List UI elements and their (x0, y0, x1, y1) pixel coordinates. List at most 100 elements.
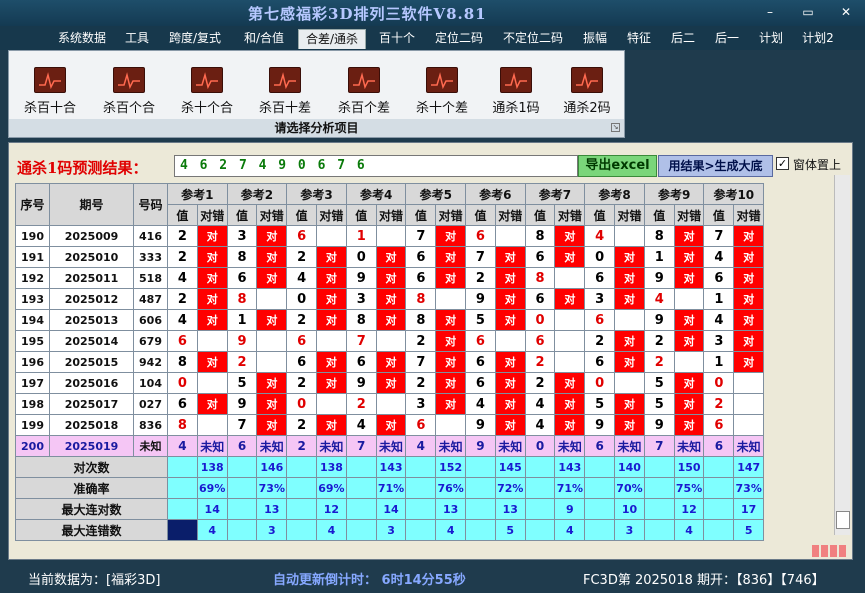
col-header-ref[interactable]: 参考7 (524, 183, 586, 205)
scrollbar-thumb[interactable] (836, 511, 850, 529)
ribbon-button-label: 杀十个差 (415, 101, 468, 116)
chart-icon (34, 67, 66, 93)
col-header-ref[interactable]: 参考2 (226, 183, 288, 205)
ref-value-cell: 8 (405, 288, 437, 310)
hit-cell: 对 (316, 372, 347, 394)
hit-cell: 对 (256, 225, 288, 247)
menu-zhenfu[interactable]: 振幅 (576, 29, 614, 49)
menu-houyi[interactable]: 后一 (708, 29, 746, 49)
title-bar: 第七感福彩3D排列三软件V8.81 – ▭ ✕ (0, 0, 865, 26)
menu-tools[interactable]: 工具 (118, 29, 156, 49)
pending-value-cell: 6 (226, 435, 258, 457)
ref-value-cell: 6 (524, 288, 556, 310)
ref-value-cell: 6 (584, 309, 616, 331)
col-header-hit: 对错 (733, 204, 765, 226)
menu-baishige[interactable]: 百十个 (372, 29, 422, 49)
vertical-scrollbar[interactable] (834, 175, 850, 535)
col-header-ref[interactable]: 参考8 (584, 183, 645, 205)
row-index: 200 (15, 435, 50, 457)
pin-window-checkbox[interactable]: ✓ (776, 157, 789, 170)
kill-shi-ge-he-button[interactable]: 杀十个合 (172, 65, 242, 125)
restore-button[interactable]: ▭ (799, 4, 817, 20)
col-header-ref[interactable]: 参考3 (286, 183, 347, 205)
stat-spacer-cell (405, 519, 437, 541)
table-row[interactable]: 190 2025009 416 2 对 3 对 6 1 7 对 6 8 对 4 8 对 7 对 (15, 225, 765, 247)
menu-dingwei[interactable]: 定位二码 (428, 29, 490, 49)
pending-row[interactable]: 200 2025019 未知 4 未知 6 未知 2 未知 7 未知 4 未知 9 未知 0 未知 6 未知 7 未知 6… (15, 435, 765, 457)
menu-jihua[interactable]: 计划 (752, 29, 790, 49)
kill-bai-ge-he-button[interactable]: 杀百个合 (94, 65, 164, 125)
export-excel-button[interactable]: 导出excel (578, 155, 657, 177)
menu-houer[interactable]: 后二 (664, 29, 702, 49)
table-row[interactable]: 192 2025011 518 4 对 6 对 4 对 9 对 6 对 2 对 8 6 对 9 对 6 对 (15, 267, 765, 289)
table-row[interactable]: 194 2025013 606 4 对 1 对 2 对 8 对 8 对 5 对 0 6 9 对 4 对 (15, 309, 765, 331)
expand-corner-icon[interactable]: ↘ (611, 123, 620, 132)
ribbon-button-label: 杀百十差 (258, 101, 311, 116)
col-header-ref[interactable]: 参考4 (345, 183, 407, 205)
ref-value-cell: 5 (584, 393, 616, 415)
table-row[interactable]: 197 2025016 104 0 5 对 2 对 9 对 2 对 6 对 2 对 0 5 对 0 (15, 372, 765, 394)
ref-value-cell: 6 (405, 414, 437, 436)
col-header-ref[interactable]: 参考1 (167, 183, 228, 205)
table-row[interactable]: 196 2025015 942 8 对 2 6 对 6 对 7 对 6 对 2 6 对 2 1 对 (15, 351, 765, 373)
minimize-button[interactable]: – (761, 4, 779, 20)
table-row[interactable]: 199 2025018 836 8 7 对 2 对 4 对 6 9 对 4 对 9 对 9 对 6 (15, 414, 765, 436)
ref-value-cell: 6 (405, 246, 437, 268)
tongsha-1-button[interactable]: 通杀1码 (481, 65, 551, 125)
result-field[interactable]: 4 6 2 7 4 9 0 6 7 6 (174, 155, 578, 177)
ref-value-cell: 0 (286, 288, 318, 310)
menu-tezheng[interactable]: 特征 (620, 29, 658, 49)
ref-value-cell: 2 (286, 309, 318, 331)
stat-spacer-cell (286, 477, 318, 499)
row-index: 195 (15, 330, 50, 352)
menu-jihua2[interactable]: 计划2 (796, 29, 840, 49)
close-button[interactable]: ✕ (837, 4, 855, 20)
col-header-period: 期号 (49, 183, 134, 226)
col-header-ref[interactable]: 参考10 (703, 183, 765, 205)
hit-cell: 对 (673, 246, 705, 268)
stat-spacer-cell (345, 519, 377, 541)
last-draw-text: FC3D第 2025018 期开：【836】【746】 (583, 573, 825, 588)
kill-bai-shi-he-button[interactable]: 杀百十合 (15, 65, 85, 125)
stat-spacer-cell (703, 456, 735, 478)
col-header-ref[interactable]: 参考5 (405, 183, 467, 205)
kill-bai-ge-cha-button[interactable]: 杀百个差 (329, 65, 399, 125)
chart-icon (426, 67, 458, 93)
resize-grip[interactable] (812, 545, 850, 559)
col-header-ref[interactable]: 参考6 (465, 183, 526, 205)
row-index: 196 (15, 351, 50, 373)
table-row[interactable]: 193 2025012 487 2 对 8 0 对 3 对 8 9 对 6 对 3 对 4 1 对 (15, 288, 765, 310)
ribbon-caption: 请选择分析项目 (9, 119, 624, 137)
prediction-panel: 通杀1码预测结果： 4 6 2 7 4 9 0 6 7 6 导出excel 用结… (8, 142, 853, 560)
ref-value-cell: 5 (643, 372, 675, 394)
ref-value-cell: 3 (703, 330, 735, 352)
stat-spacer-cell (405, 498, 437, 520)
stat-value-cell: 143 (375, 456, 407, 478)
table-row[interactable]: 195 2025014 679 6 9 6 7 2 对 6 6 2 对 2 对 3 对 (15, 330, 765, 352)
pending-unknown-cell: 未知 (256, 435, 288, 457)
menu-hecha-tongsha[interactable]: 合差/通杀 (298, 29, 366, 49)
row-period: 2025018 (49, 414, 134, 436)
tongsha-2-button[interactable]: 通杀2码 (552, 65, 622, 125)
col-header-ref[interactable]: 参考9 (643, 183, 705, 205)
generate-base-button[interactable]: 用结果>生成大底 (658, 155, 773, 177)
ref-value-cell: 6 (405, 267, 437, 289)
menu-system-data[interactable]: 系统数据 (52, 29, 112, 49)
hit-cell: 对 (673, 330, 705, 352)
kill-bai-shi-cha-button[interactable]: 杀百十差 (250, 65, 320, 125)
ribbon-button-label: 杀百个合 (102, 101, 155, 116)
ref-value-cell: 6 (167, 393, 198, 415)
table-row[interactable]: 198 2025017 027 6 对 9 对 0 2 3 对 4 对 4 对 5 对 5 对 2 (15, 393, 765, 415)
ref-value-cell: 2 (465, 267, 496, 289)
pending-value-cell: 6 (703, 435, 735, 457)
kill-shi-ge-cha-button[interactable]: 杀十个差 (407, 65, 477, 125)
table-row[interactable]: 191 2025010 333 2 对 8 对 2 对 0 对 6 对 7 对 6 对 0 对 1 对 4 对 (15, 246, 765, 268)
stat-value-cell: 17 (733, 498, 765, 520)
hit-cell: 对 (196, 393, 228, 415)
miss-cell (614, 225, 645, 247)
menu-sum[interactable]: 和/合值 (236, 29, 292, 49)
countdown-text: 自动更新倒计时： 6时14分55秒 (273, 573, 466, 588)
menu-span[interactable]: 跨度/复式 (162, 29, 228, 49)
menu-budingwei[interactable]: 不定位二码 (496, 29, 570, 49)
hit-cell: 对 (435, 309, 467, 331)
